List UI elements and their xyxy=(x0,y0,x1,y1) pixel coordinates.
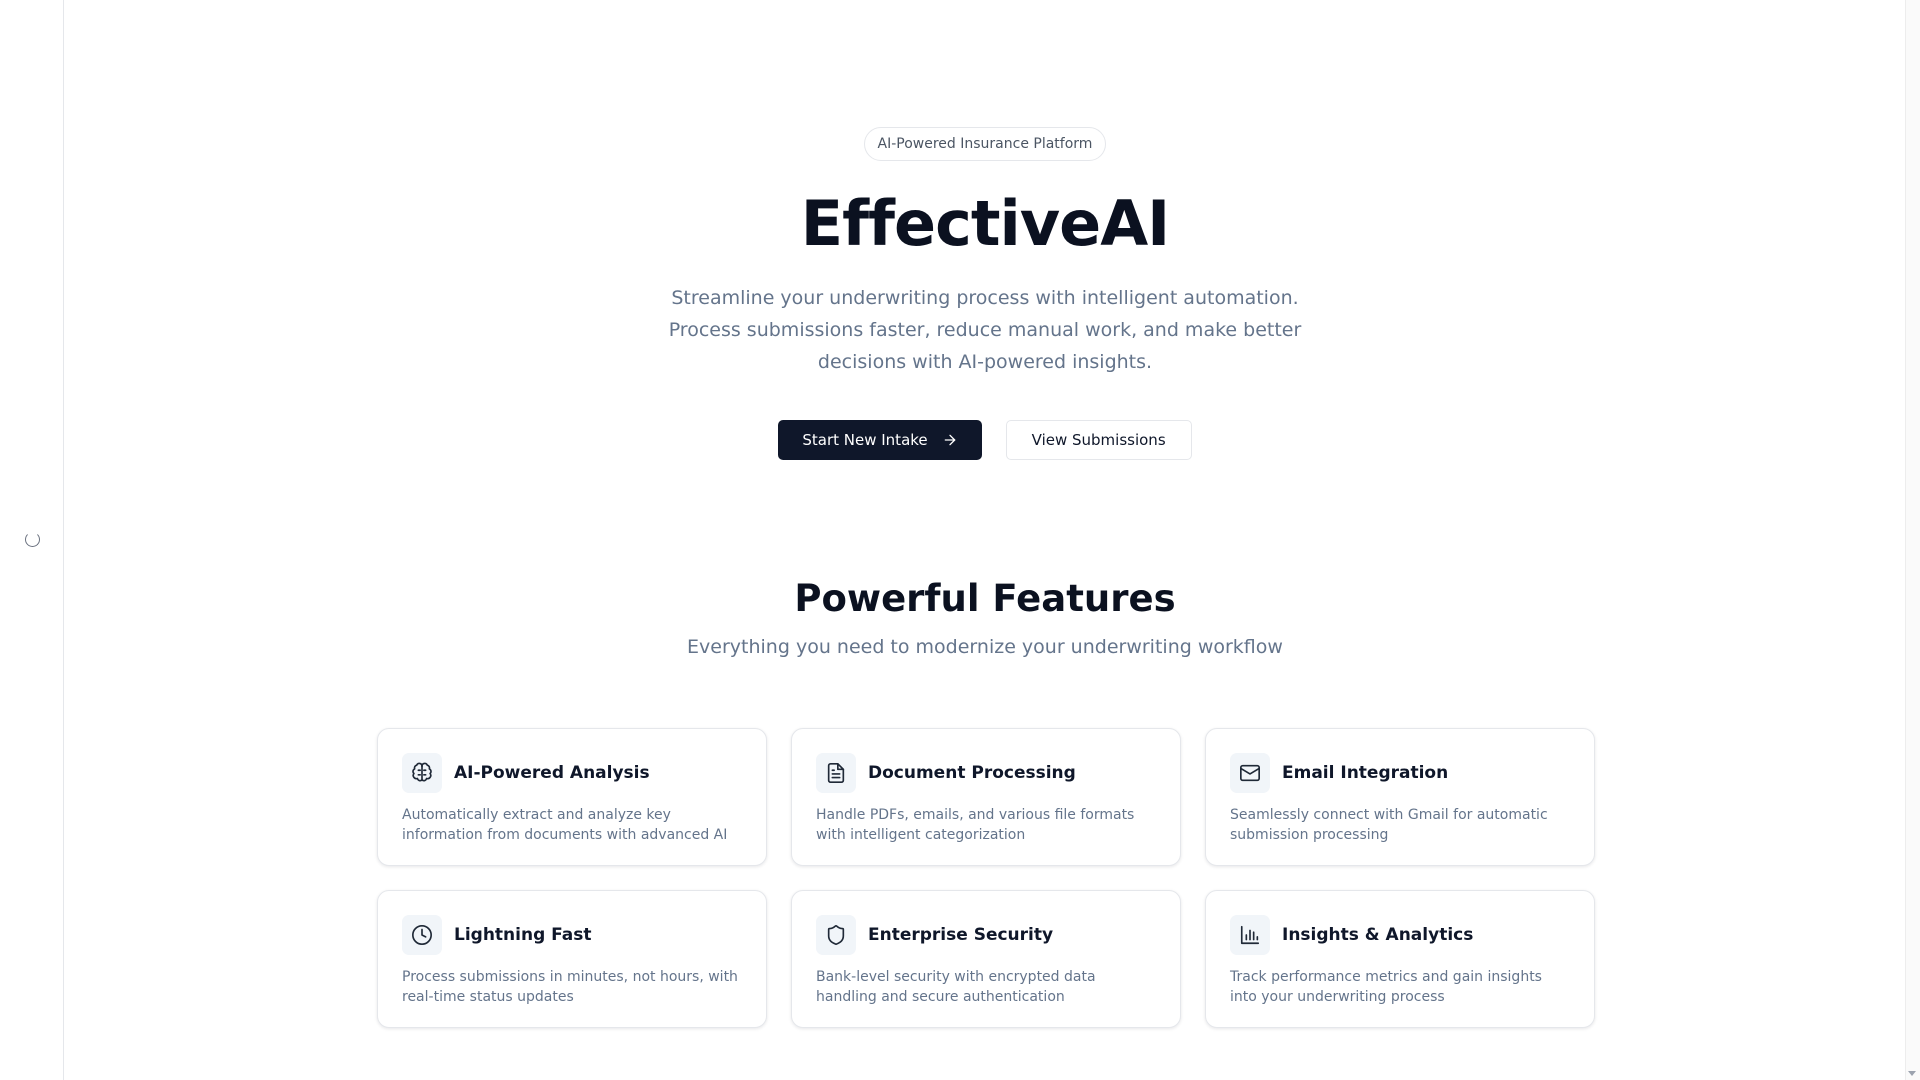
hero-subtitle: Streamline your underwriting process wit… xyxy=(668,287,1302,373)
feature-title: Lightning Fast xyxy=(454,925,592,945)
start-new-intake-button[interactable]: Start New Intake xyxy=(778,420,982,460)
feature-description: Track performance metrics and gain insig… xyxy=(1230,969,1542,1005)
feature-card: Lightning Fast Process submissions in mi… xyxy=(377,890,767,1028)
scroll-down-arrow-icon[interactable] xyxy=(1908,1071,1916,1076)
feature-description: Handle PDFs, emails, and various file fo… xyxy=(816,807,1135,843)
sidebar xyxy=(0,0,64,1080)
feature-description: Automatically extract and analyze key in… xyxy=(402,807,728,843)
features-title: Powerful Features xyxy=(794,577,1176,620)
hero-section: AI-Powered Insurance Platform EffectiveA… xyxy=(65,127,1905,460)
feature-card: Enterprise Security Bank-level security … xyxy=(791,890,1181,1028)
vertical-scrollbar[interactable] xyxy=(1905,0,1920,1080)
feature-title: Document Processing xyxy=(868,763,1076,783)
feature-title: AI-Powered Analysis xyxy=(454,763,650,783)
brain-icon xyxy=(402,753,442,793)
feature-card: Insights & Analytics Track performance m… xyxy=(1205,890,1595,1028)
loading-spinner-icon xyxy=(25,532,40,547)
arrow-right-icon xyxy=(944,434,955,446)
shield-icon xyxy=(816,915,856,955)
feature-title: Email Integration xyxy=(1282,763,1449,783)
feature-title: Insights & Analytics xyxy=(1282,925,1474,945)
feature-card: AI-Powered Analysis Automatically extrac… xyxy=(377,728,767,866)
bar-chart-icon xyxy=(1230,915,1270,955)
feature-card: Email Integration Seamlessly connect wit… xyxy=(1205,728,1595,866)
document-icon xyxy=(816,753,856,793)
feature-description: Seamlessly connect with Gmail for automa… xyxy=(1230,807,1548,843)
feature-description: Bank-level security with encrypted data … xyxy=(816,969,1096,1005)
mail-icon xyxy=(1230,753,1270,793)
main-content: AI-Powered Insurance Platform EffectiveA… xyxy=(65,0,1905,1080)
hero-actions: Start New Intake View Submissions xyxy=(65,420,1905,460)
clock-icon xyxy=(402,915,442,955)
view-submissions-button[interactable]: View Submissions xyxy=(1005,420,1192,460)
platform-badge: AI-Powered Insurance Platform xyxy=(863,127,1107,161)
feature-title: Enterprise Security xyxy=(868,925,1054,945)
features-grid: AI-Powered Analysis Automatically extrac… xyxy=(377,728,1595,1028)
features-header: Powerful Features Everything you need to… xyxy=(65,576,1905,658)
start-new-intake-label: Start New Intake xyxy=(802,431,928,449)
features-subtitle: Everything you need to modernize your un… xyxy=(687,636,1283,658)
hero-title: EffectiveAI xyxy=(800,187,1171,260)
feature-description: Process submissions in minutes, not hour… xyxy=(402,969,738,1005)
feature-card: Document Processing Handle PDFs, emails,… xyxy=(791,728,1181,866)
